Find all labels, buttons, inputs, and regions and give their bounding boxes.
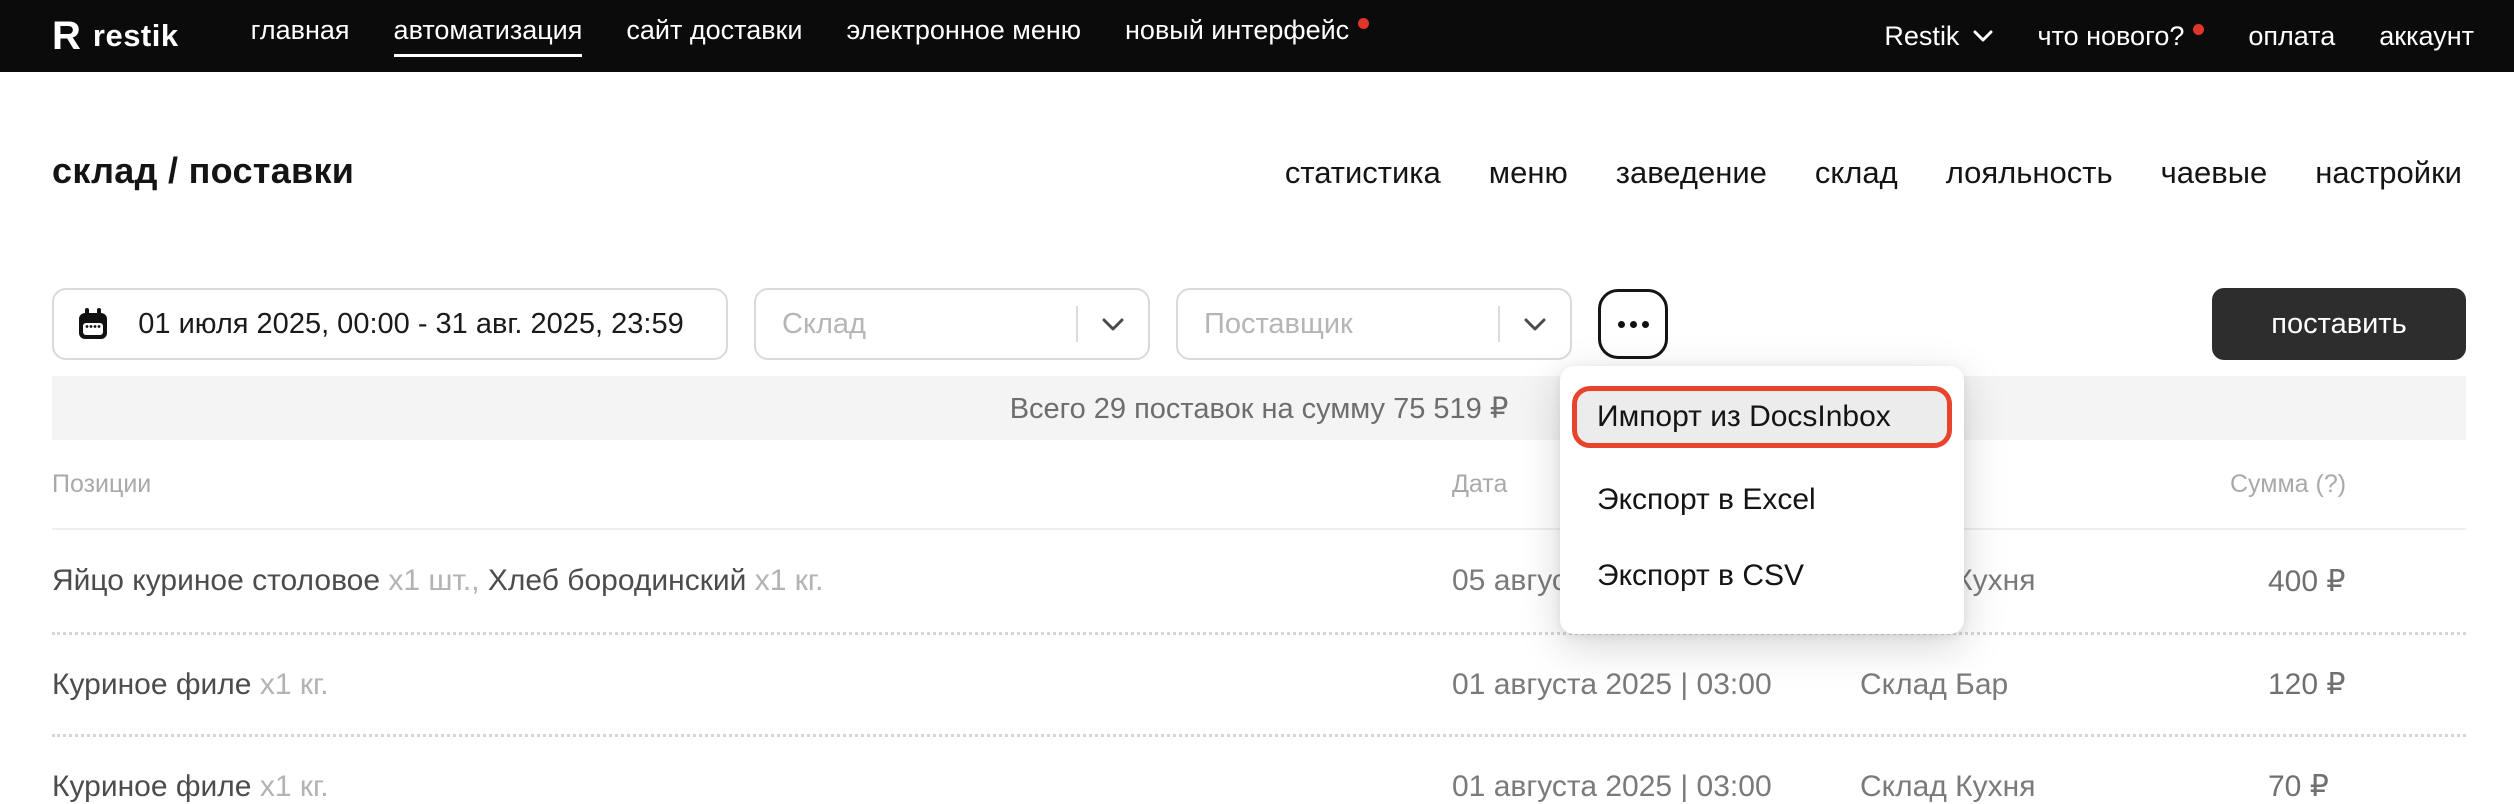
row-positions: Яйцо куриное столовое х1 шт., Хлеб бород… xyxy=(52,564,1452,598)
warehouse-select[interactable]: Склад xyxy=(754,288,1150,360)
row-warehouse: Склад Бар xyxy=(1860,668,2230,702)
topbar-item-new-interface-label: новый интерфейс xyxy=(1125,15,1349,45)
row-warehouse: Склад Кухня xyxy=(1860,770,2230,804)
ellipsis-icon xyxy=(1618,321,1625,328)
whats-new-badge-dot xyxy=(2193,24,2204,35)
row-sum: 400 ₽ xyxy=(2230,564,2466,599)
row-date: 01 августа 2025 | 03:00 xyxy=(1452,668,1860,702)
row-positions: Куриное филе х1 кг. xyxy=(52,770,1452,804)
row-date: 01 августа 2025 | 03:00 xyxy=(1452,770,1860,804)
section-nav: статистика меню заведение склад лояльнос… xyxy=(1285,155,2462,191)
page-header: склад / поставки статистика меню заведен… xyxy=(52,150,2462,192)
venue-switcher[interactable]: Restik xyxy=(1884,21,1993,52)
restik-logo-mark-icon: R xyxy=(52,16,81,56)
chevron-down-icon xyxy=(1078,318,1148,331)
table-row[interactable]: Куриное филе х1 кг. 01 августа 2025 | 03… xyxy=(52,734,2466,804)
column-header-positions: Позиции xyxy=(52,470,1452,499)
topbar-item-main[interactable]: главная xyxy=(251,15,350,57)
venue-switcher-label: Restik xyxy=(1884,21,1959,52)
position-qty: х1 кг. xyxy=(260,770,329,803)
row-sum: 70 ₽ xyxy=(2230,769,2466,804)
tab-menu[interactable]: меню xyxy=(1489,155,1568,191)
position-name: Куриное филе xyxy=(52,770,251,803)
table-row[interactable]: Куриное филе х1 кг. 01 августа 2025 | 03… xyxy=(52,632,2466,734)
position-qty: х1 кг. xyxy=(260,668,329,701)
ellipsis-icon xyxy=(1642,321,1649,328)
position-name: Хлеб бородинский xyxy=(488,564,746,597)
topbar-right: Restik что нового? оплата аккаунт xyxy=(1884,21,2474,52)
topbar-item-new-interface[interactable]: новый интерфейс xyxy=(1125,15,1369,57)
table-header-row: Позиции Дата Сумма (?) xyxy=(52,440,2466,530)
summary-band: Всего 29 поставок на сумму 75 519 ₽ xyxy=(52,376,2466,440)
calendar-icon xyxy=(76,306,110,342)
menu-item-import-docsinbox[interactable]: Импорт из DocsInbox xyxy=(1572,386,1952,448)
tab-warehouse[interactable]: склад xyxy=(1815,155,1898,191)
topbar-item-delivery-site[interactable]: сайт доставки xyxy=(626,15,802,57)
row-positions: Куриное филе х1 кг. xyxy=(52,668,1452,702)
ellipsis-icon xyxy=(1630,321,1637,328)
position-name: Куриное филе xyxy=(52,668,251,701)
column-header-sum[interactable]: Сумма (?) xyxy=(2230,470,2466,499)
breadcrumb: склад / поставки xyxy=(52,150,354,192)
tab-settings[interactable]: настройки xyxy=(2315,155,2462,191)
tab-tips[interactable]: чаевые xyxy=(2161,155,2268,191)
menu-item-export-excel[interactable]: Экспорт в Excel xyxy=(1560,462,1964,538)
create-supply-button[interactable]: поставить xyxy=(2212,288,2466,360)
position-name: Яйцо куриное столовое xyxy=(52,564,380,597)
new-badge-dot xyxy=(1358,18,1369,29)
topbar-nav: главная автоматизация сайт доставки элек… xyxy=(251,15,1370,57)
filters-row: 01 июля 2025, 00:00 - 31 авг. 2025, 23:5… xyxy=(52,288,2466,360)
chevron-down-icon xyxy=(1973,30,1993,42)
app-canvas: R restik главная автоматизация сайт дост… xyxy=(0,0,2514,804)
topbar-item-account[interactable]: аккаунт xyxy=(2379,21,2474,52)
topbar-item-emenu[interactable]: электронное меню xyxy=(846,15,1081,57)
topbar-item-whats-new[interactable]: что нового? xyxy=(2037,21,2204,52)
topbar-item-whats-new-label: что нового? xyxy=(2037,21,2184,51)
menu-item-export-csv[interactable]: Экспорт в CSV xyxy=(1560,538,1964,614)
topbar-item-automation[interactable]: автоматизация xyxy=(394,15,583,57)
date-range-value: 01 июля 2025, 00:00 - 31 авг. 2025, 23:5… xyxy=(118,308,704,341)
supplies-table: Позиции Дата Сумма (?) Яйцо куриное стол… xyxy=(52,440,2466,804)
more-options-button[interactable] xyxy=(1598,289,1668,359)
tab-statistics[interactable]: статистика xyxy=(1285,155,1441,191)
table-row[interactable]: Яйцо куриное столовое х1 шт., Хлеб бород… xyxy=(52,530,2466,632)
tab-venue[interactable]: заведение xyxy=(1616,155,1767,191)
supplier-select[interactable]: Поставщик xyxy=(1176,288,1572,360)
supplier-select-placeholder: Поставщик xyxy=(1204,308,1498,341)
tab-loyalty[interactable]: лояльность xyxy=(1946,155,2113,191)
warehouse-select-placeholder: Склад xyxy=(782,308,1076,341)
position-qty: х1 шт., xyxy=(388,564,479,597)
date-range-picker[interactable]: 01 июля 2025, 00:00 - 31 авг. 2025, 23:5… xyxy=(52,288,728,360)
summary-text: Всего 29 поставок на сумму 75 519 ₽ xyxy=(1010,391,1509,426)
chevron-down-icon xyxy=(1500,318,1570,331)
restik-logo-text: restik xyxy=(93,18,179,54)
topbar-item-payment[interactable]: оплата xyxy=(2248,21,2335,52)
more-options-menu: Импорт из DocsInbox Экспорт в Excel Эксп… xyxy=(1560,366,1964,634)
row-sum: 120 ₽ xyxy=(2230,667,2466,702)
top-bar: R restik главная автоматизация сайт дост… xyxy=(0,0,2514,72)
position-qty: х1 кг. xyxy=(755,564,824,597)
restik-logo[interactable]: R restik xyxy=(52,16,179,56)
